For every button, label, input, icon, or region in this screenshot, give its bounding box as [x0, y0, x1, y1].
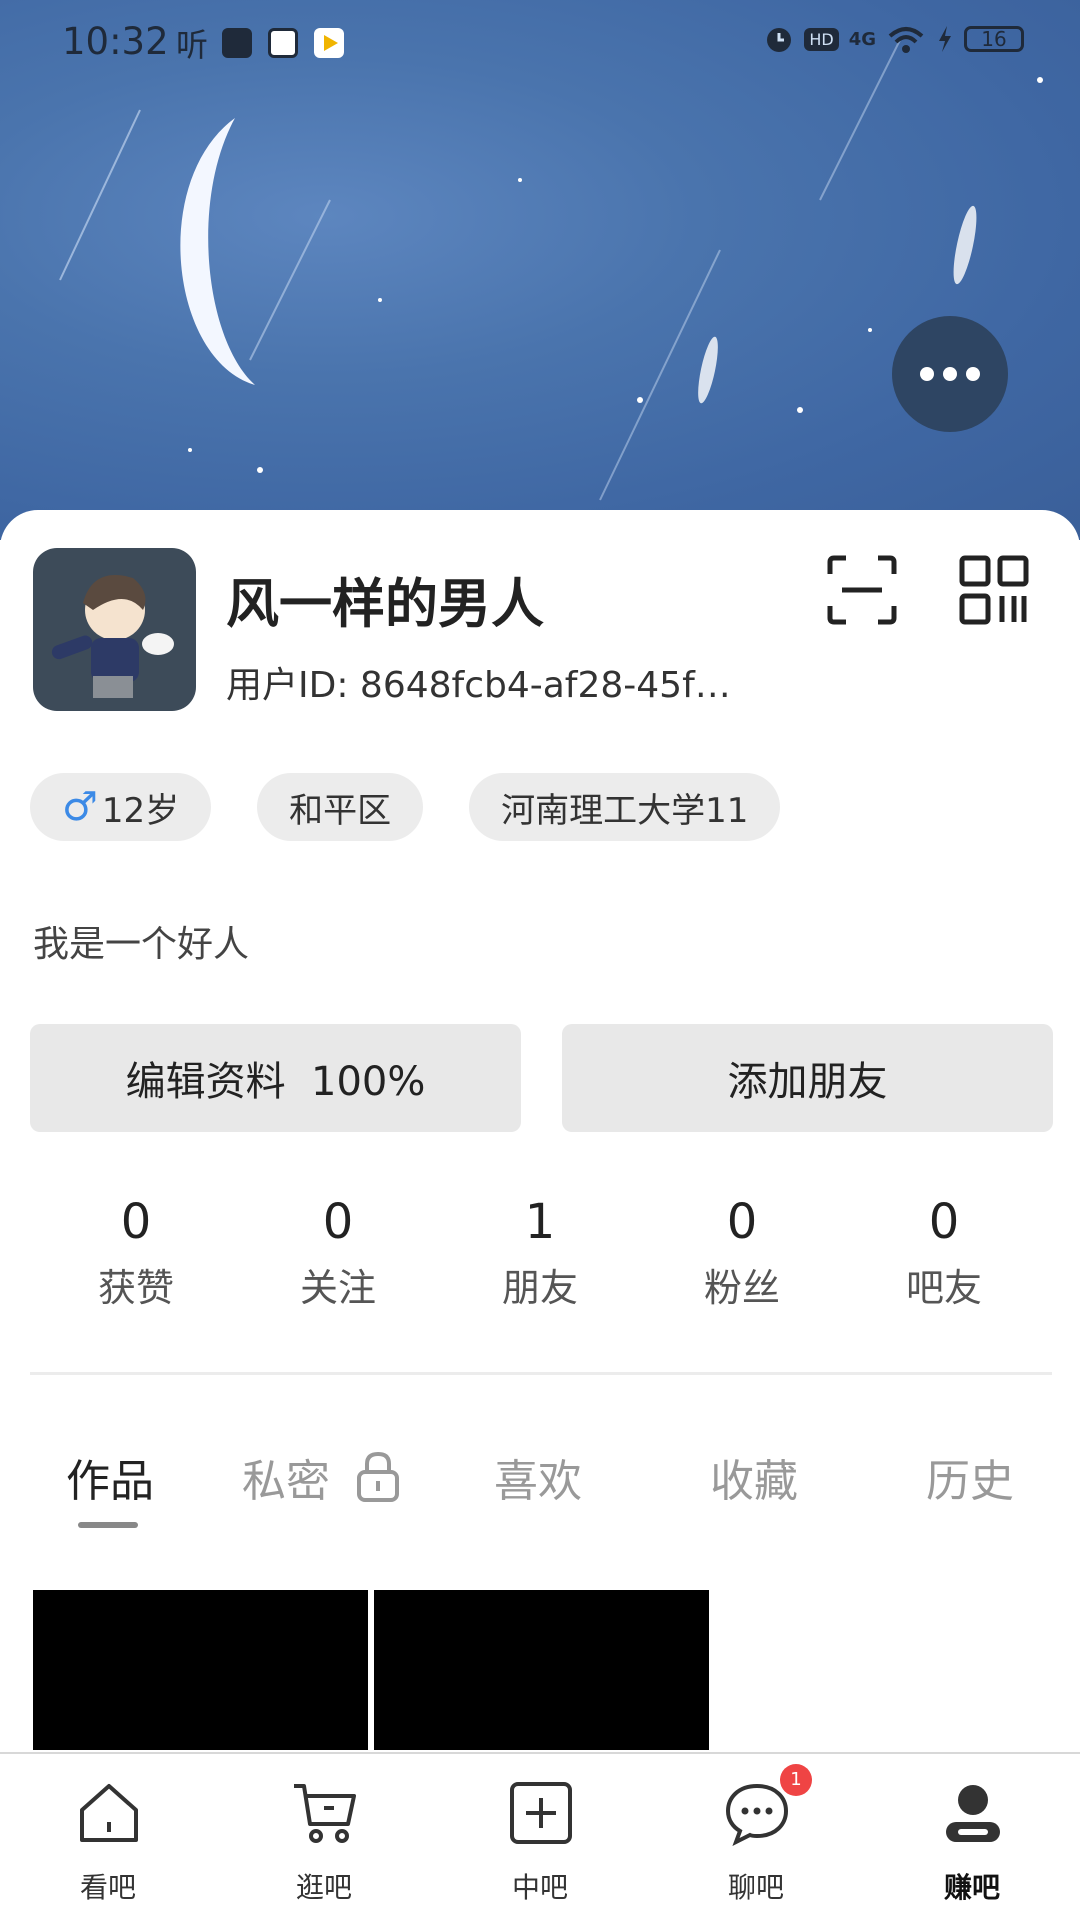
- stat-label: 吧友: [905, 1266, 982, 1310]
- more-dot-icon: [966, 367, 980, 381]
- stat-following[interactable]: 0 关注: [238, 1195, 438, 1312]
- charging-icon: [939, 26, 951, 52]
- network-indicator: 4G: [848, 28, 876, 50]
- stat-label: 获赞: [97, 1266, 174, 1310]
- more-dot-icon: [920, 367, 934, 381]
- app-notification-icon: [222, 28, 252, 58]
- status-right-group: HD 4G 16: [764, 24, 1024, 54]
- listen-label: 听: [176, 26, 209, 64]
- home-icon: [80, 1784, 138, 1842]
- tab-private[interactable]: 私密: [242, 1445, 330, 1509]
- more-options-button[interactable]: [892, 316, 1008, 432]
- wifi-icon: [888, 27, 924, 53]
- age-label: 12岁: [101, 790, 180, 831]
- male-icon: ♂: [62, 784, 98, 830]
- hd-indicator: HD: [804, 27, 839, 51]
- tab-works[interactable]: 作品: [66, 1445, 154, 1509]
- stat-ba-friends[interactable]: 0 吧友: [844, 1195, 1044, 1312]
- bottom-navigation: 看吧 逛吧 中吧 1 聊吧 赚吧: [0, 1752, 1080, 1922]
- plus-box-icon: [510, 1782, 572, 1844]
- active-tab-indicator: [78, 1522, 138, 1528]
- profile-card: 风一样的男人 用户ID: 8648fcb4-af28-45f… ♂ 12岁 和平…: [0, 510, 1080, 1750]
- stat-value: 0: [928, 1194, 960, 1250]
- tab-history[interactable]: 历史: [926, 1445, 1014, 1509]
- school-tag: 河南理工大学11: [469, 773, 781, 841]
- user-id[interactable]: 用户ID: 8648fcb4-af28-45f…: [226, 656, 731, 708]
- stat-fans[interactable]: 0 粉丝: [642, 1195, 842, 1312]
- qr-code-icon[interactable]: [958, 554, 1030, 626]
- stat-label: 关注: [299, 1266, 376, 1310]
- district-label: 和平区: [289, 790, 392, 831]
- age-tag: ♂ 12岁: [30, 773, 212, 841]
- avatar-illustration: [51, 575, 174, 698]
- nav-label: 赚吧: [943, 1871, 1000, 1904]
- profile-bio: 我是一个好人: [33, 924, 250, 965]
- profile-banner: 10:32 听 HD 4G 16: [0, 0, 1080, 540]
- scan-icon[interactable]: [826, 554, 898, 626]
- edit-profile-button[interactable]: 编辑资料 100%: [30, 1024, 521, 1132]
- nav-label: 聊吧: [727, 1871, 784, 1904]
- tab-likes[interactable]: 喜欢: [494, 1445, 582, 1509]
- nav-item-guangba[interactable]: 逛吧: [234, 1754, 414, 1922]
- work-thumbnail[interactable]: [33, 1590, 368, 1750]
- lock-icon: [357, 1451, 399, 1502]
- status-bar: 10:32 听 HD 4G 16: [0, 0, 1080, 86]
- nav-item-kanba[interactable]: 看吧: [18, 1754, 198, 1922]
- nav-item-zhongba[interactable]: 中吧: [450, 1754, 630, 1922]
- alarm-icon: [767, 28, 792, 52]
- video-notification-icon: [314, 28, 344, 58]
- person-icon: [946, 1785, 1000, 1842]
- school-label: 河南理工大学11: [501, 790, 749, 831]
- stat-value: 0: [120, 1194, 152, 1250]
- stat-likes[interactable]: 0 获赞: [36, 1195, 236, 1312]
- baidu-notification-icon: [268, 28, 298, 58]
- cart-icon: [294, 1784, 356, 1843]
- nav-item-liaoba[interactable]: 1 聊吧: [666, 1754, 846, 1922]
- district-tag: 和平区: [257, 773, 424, 841]
- content-tabs: 作品 私密 喜欢 收藏 历史: [0, 1445, 1080, 1525]
- profile-tags: ♂ 12岁 和平区 河南理工大学11: [30, 773, 781, 841]
- more-dot-icon: [943, 367, 957, 381]
- nav-item-zhuanba[interactable]: 赚吧: [882, 1754, 1062, 1922]
- chat-icon: [725, 1783, 789, 1846]
- status-time: 10:32: [62, 20, 169, 63]
- add-friend-button[interactable]: 添加朋友: [562, 1024, 1053, 1132]
- avatar[interactable]: [33, 548, 196, 711]
- stat-value: 0: [726, 1194, 758, 1250]
- battery-indicator: 16: [964, 26, 1024, 52]
- section-divider: [30, 1372, 1052, 1375]
- nav-label: 逛吧: [295, 1871, 352, 1904]
- stat-label: 粉丝: [703, 1266, 780, 1310]
- tab-favorites[interactable]: 收藏: [710, 1445, 798, 1509]
- work-thumbnail[interactable]: [374, 1590, 709, 1750]
- stat-label: 朋友: [501, 1266, 578, 1310]
- profile-name: 风一样的男人: [226, 574, 544, 635]
- stat-friends[interactable]: 1 朋友: [440, 1195, 640, 1312]
- nav-label: 中吧: [511, 1871, 568, 1904]
- stat-value: 0: [322, 1194, 354, 1250]
- stat-value: 1: [524, 1194, 556, 1250]
- nav-label: 看吧: [79, 1871, 136, 1904]
- unread-badge: 1: [780, 1764, 812, 1796]
